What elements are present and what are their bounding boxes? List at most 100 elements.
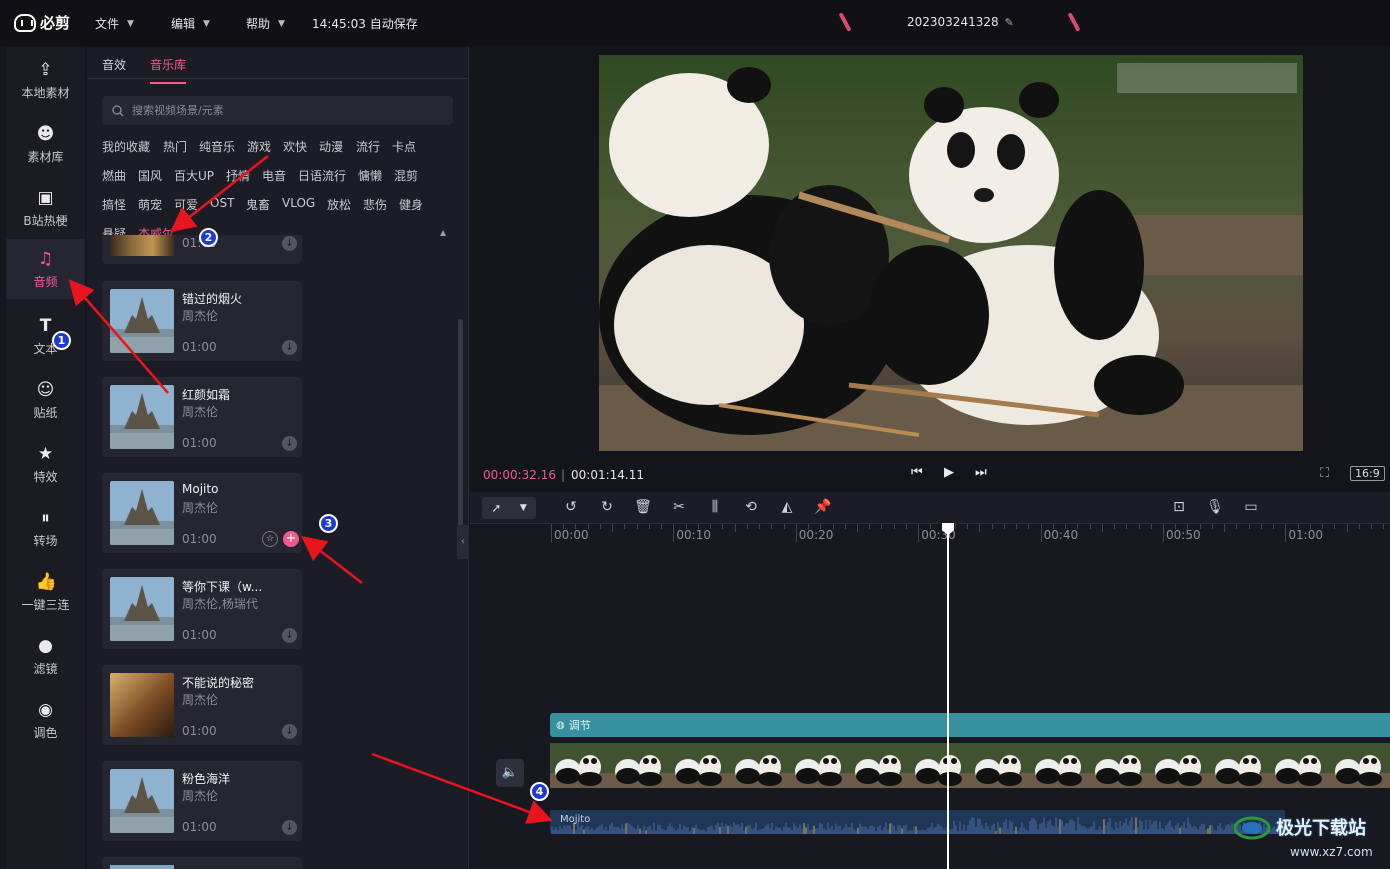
sidebar-item-local[interactable]: ⇪ 本地素材 <box>6 50 85 110</box>
download-icon[interactable]: ↓ <box>282 236 297 251</box>
category-tag[interactable]: 我的收藏 <box>102 138 150 155</box>
mirror-icon[interactable]: ◭ <box>778 499 796 515</box>
undo-icon[interactable]: ↺ <box>562 499 580 515</box>
sidebar-item-transition[interactable]: ⏸ 转场 <box>6 498 85 558</box>
search-box[interactable] <box>102 96 453 125</box>
download-icon[interactable]: ↓ <box>282 820 297 835</box>
audio-clip-label: Mojito <box>560 814 591 825</box>
song-card[interactable]: 等你下课（w... 周杰伦,杨瑞代 01:00 ↓ <box>102 569 302 649</box>
split-icon[interactable]: ⫼ <box>706 499 724 515</box>
skip-back-icon[interactable]: ⏮ <box>911 465 923 480</box>
category-tag[interactable]: 鬼畜 <box>246 196 270 213</box>
sidebar-item-color[interactable]: ◉ 调色 <box>6 690 85 750</box>
sidebar-item-label: 滤镜 <box>33 662 58 676</box>
play-icon[interactable]: ▶ <box>944 465 954 480</box>
aspect-ratio-button[interactable]: 16:9 <box>1350 466 1385 481</box>
category-tag[interactable]: 日语流行 <box>298 167 346 184</box>
song-card[interactable]: 粉色海洋 周杰伦 01:00 ↓ <box>102 761 302 841</box>
ruler-tick <box>1138 524 1140 529</box>
category-tag[interactable]: 放松 <box>327 196 351 213</box>
category-tag[interactable]: 慵懒 <box>358 167 382 184</box>
ruler-tick <box>1016 524 1018 529</box>
adjust-track-label: 调节 <box>568 719 591 732</box>
video-track[interactable] <box>550 743 1390 788</box>
ruler-label: 00:50 <box>1166 528 1201 542</box>
category-tag[interactable]: VLOG <box>282 196 315 210</box>
app-name: 必剪 <box>40 14 71 32</box>
sidebar-item-sticker[interactable]: ☺ 贴纸 <box>6 370 85 430</box>
song-card[interactable]: 不能说的秘密 周杰伦 01:00 ↓ <box>102 665 302 745</box>
ruler-tick <box>551 524 552 542</box>
camera-icon[interactable]: ▭ <box>1242 499 1260 515</box>
loop-icon[interactable]: ⟲ <box>742 499 760 515</box>
crop-icon[interactable]: ⛶ <box>1320 466 1329 481</box>
category-tag[interactable]: 抒情 <box>226 167 250 184</box>
scissors-icon[interactable]: ✂ <box>670 499 688 515</box>
category-tag[interactable]: 燃曲 <box>102 167 126 184</box>
category-tag[interactable]: 热门 <box>163 138 187 155</box>
microphone-icon[interactable]: 🎙 <box>1206 499 1224 515</box>
category-tag[interactable]: OST <box>210 196 234 210</box>
category-tag[interactable]: 游戏 <box>247 138 271 155</box>
sidebar-item-bilibili[interactable]: ▣ B站热梗 <box>6 178 85 238</box>
playhead[interactable] <box>947 530 949 869</box>
project-title[interactable]: 202303241328 ✎ <box>907 15 1014 29</box>
song-card[interactable]: 红颜如霜 周杰伦 01:00 ↓ <box>102 377 302 457</box>
pin-icon[interactable]: 📌 <box>814 499 832 515</box>
sidebar-item-filter[interactable]: ● 滤镜 <box>6 626 85 686</box>
category-tag[interactable]: 卡点 <box>392 138 416 155</box>
edit-icon[interactable]: ✎ <box>1005 16 1014 29</box>
category-tag[interactable]: 纯音乐 <box>199 138 235 155</box>
category-tag[interactable]: 可爱 <box>174 196 198 213</box>
download-icon[interactable]: ↓ <box>282 436 297 451</box>
category-tag[interactable]: 百大UP <box>174 167 214 184</box>
video-preview[interactable] <box>599 55 1303 451</box>
category-tag[interactable]: 萌宠 <box>138 196 162 213</box>
menu-edit[interactable]: 编辑 ▼ <box>171 15 210 32</box>
download-icon[interactable]: ↓ <box>282 628 297 643</box>
category-tag[interactable]: 欢快 <box>283 138 307 155</box>
panel-scrollbar[interactable] <box>458 319 463 559</box>
select-tool-dropdown[interactable]: ➚ ▼ <box>482 497 536 519</box>
category-tag[interactable]: 混剪 <box>394 167 418 184</box>
chevron-down-icon: ▼ <box>278 18 285 29</box>
song-card[interactable]: 错过的烟火 周杰伦 01:00 ↓ <box>102 281 302 361</box>
sidebar-item-triple[interactable]: 👍 一键三连 <box>6 562 85 622</box>
collapse-categories-icon[interactable]: ▲ <box>440 228 446 237</box>
sidebar-item-text[interactable]: T 文本 <box>6 306 85 366</box>
category-tag[interactable]: 国风 <box>138 167 162 184</box>
sidebar-item-label: 特效 <box>33 470 58 484</box>
song-card-partial[interactable] <box>102 857 302 869</box>
song-duration: 01:00 <box>182 628 217 642</box>
adjust-track[interactable]: ◍ 调节 <box>550 713 1390 737</box>
skip-forward-icon[interactable]: ⏭ <box>975 465 987 480</box>
ruler-tick <box>1371 524 1373 529</box>
category-tag[interactable]: 健身 <box>399 196 423 213</box>
menu-file[interactable]: 文件 ▼ <box>95 15 134 32</box>
search-input[interactable] <box>132 104 432 117</box>
category-tag[interactable]: 电音 <box>262 167 286 184</box>
collapse-panel-handle[interactable]: ‹ <box>457 525 469 559</box>
tab-music-library[interactable]: 音乐库 <box>150 56 187 84</box>
ruler-tick <box>783 524 785 529</box>
category-tag[interactable]: 搞怪 <box>102 196 126 213</box>
tab-sound-effects[interactable]: 音效 <box>102 56 126 84</box>
redo-icon[interactable]: ↻ <box>598 499 616 515</box>
capture-icon[interactable]: ⊡ <box>1170 499 1188 515</box>
sidebar-item-effects[interactable]: ★ 特效 <box>6 434 85 494</box>
sidebar-item-library[interactable]: ☻ 素材库 <box>6 114 85 174</box>
download-icon[interactable]: ↓ <box>282 724 297 739</box>
menu-help[interactable]: 帮助 ▼ <box>246 15 285 32</box>
category-tag[interactable]: 流行 <box>356 138 380 155</box>
category-tag[interactable]: 悲伤 <box>363 196 387 213</box>
delete-icon[interactable]: 🗑 <box>634 499 652 515</box>
category-tag[interactable]: 动漫 <box>319 138 343 155</box>
upload-icon: ⇪ <box>38 60 53 80</box>
mute-track-button[interactable]: 🔈 <box>496 759 524 787</box>
audio-clip[interactable] <box>550 810 1285 834</box>
favorite-icon[interactable]: ☆ <box>262 531 278 547</box>
download-icon[interactable]: ↓ <box>282 340 297 355</box>
song-card[interactable]: Mojito 周杰伦 01:00 ☆ + <box>102 473 302 553</box>
add-to-track-icon[interactable]: + <box>283 531 299 547</box>
sidebar-item-audio[interactable]: ♫ 音频 <box>6 239 85 299</box>
